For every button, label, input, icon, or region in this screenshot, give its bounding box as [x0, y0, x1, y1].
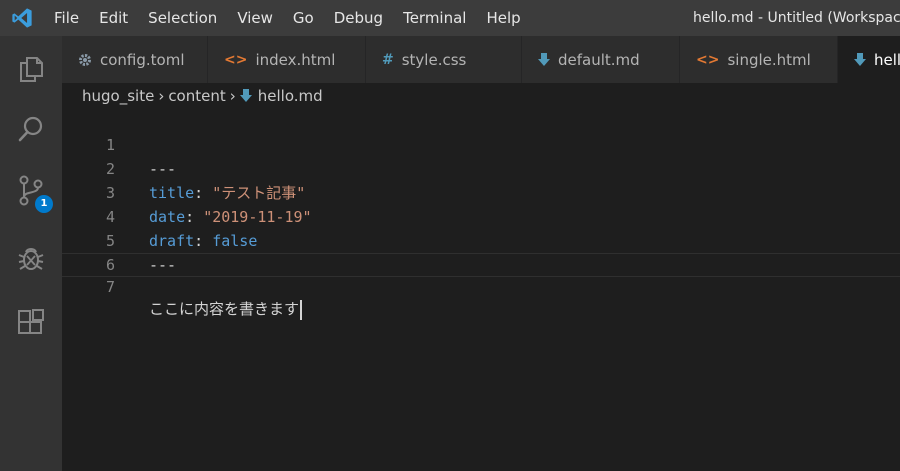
menu-help[interactable]: Help — [476, 0, 530, 36]
html-icon: <> — [224, 51, 248, 68]
extensions-button[interactable] — [0, 293, 62, 353]
title-bar: File Edit Selection View Go Debug Termin… — [0, 0, 900, 36]
tab-single-html[interactable]: <> single.html — [680, 36, 838, 83]
code-text: ここに内容を書きます — [149, 298, 303, 320]
chevron-right-icon: › — [158, 87, 165, 105]
menu-debug[interactable]: Debug — [324, 0, 393, 36]
activity-bar: 1 — [0, 36, 62, 471]
menu-go[interactable]: Go — [283, 0, 324, 36]
current-code-line: 7 ここに内容を書きます — [62, 253, 900, 320]
tab-label: default.md — [558, 50, 640, 69]
scm-badge: 1 — [35, 195, 53, 213]
markdown-icon — [239, 89, 252, 103]
code-line: 2 title: "テスト記事" — [62, 133, 900, 202]
search-button[interactable] — [0, 99, 62, 159]
tab-default-md[interactable]: default.md — [522, 36, 680, 83]
line-number: 7 — [105, 278, 115, 296]
code-line: 1 --- — [62, 109, 900, 178]
menu-selection[interactable]: Selection — [138, 0, 227, 36]
body-text: ここに内容を書きます — [149, 300, 300, 318]
tab-label: config.toml — [100, 50, 185, 69]
tab-label: index.html — [255, 50, 336, 69]
code-line: 5 --- — [62, 205, 900, 274]
code-line: 6 — [62, 229, 900, 274]
menu-terminal[interactable]: Terminal — [393, 0, 476, 36]
code-line: 4 draft: false — [62, 181, 900, 250]
gear-icon — [78, 53, 92, 67]
debug-button[interactable] — [0, 228, 62, 288]
window-title: hello.md - Untitled (Workspace) — [693, 10, 900, 26]
explorer-button[interactable] — [0, 39, 62, 99]
css-icon: # — [382, 51, 394, 68]
menu-edit[interactable]: Edit — [89, 0, 138, 36]
html-icon: <> — [696, 51, 720, 68]
tab-hello-md[interactable]: hello.md — [838, 36, 900, 83]
chevron-right-icon: › — [229, 87, 236, 105]
tab-style-css[interactable]: # style.css — [366, 36, 522, 83]
text-cursor — [300, 299, 303, 320]
menu-bar: File Edit Selection View Go Debug Termin… — [44, 0, 531, 36]
breadcrumb-folder-hugo-site[interactable]: hugo_site — [82, 87, 154, 105]
tab-label: single.html — [727, 50, 811, 69]
breadcrumb: hugo_site › content › hello.md — [62, 83, 900, 109]
tab-label: style.css — [401, 50, 467, 69]
debug-icon — [18, 248, 44, 270]
breadcrumb-file[interactable]: hello.md — [258, 87, 323, 105]
editor-tabs: config.toml <> index.html # style.css de… — [62, 36, 900, 83]
extensions-icon — [18, 309, 44, 334]
tab-label: hello.md — [874, 50, 900, 69]
tab-index-html[interactable]: <> index.html — [208, 36, 366, 83]
tab-config-toml[interactable]: config.toml — [62, 36, 208, 83]
markdown-icon — [854, 52, 866, 67]
source-control-button[interactable]: 1 — [0, 160, 62, 220]
markdown-icon — [538, 52, 550, 67]
files-icon — [20, 57, 43, 82]
vscode-logo-icon — [0, 0, 44, 36]
menu-file[interactable]: File — [44, 0, 89, 36]
search-icon — [18, 116, 43, 142]
code-line: 3 date: "2019-11-19" — [62, 157, 900, 226]
code-editor[interactable]: 1 --- 2 title: "テスト記事" 3 date: "2019-11-… — [62, 109, 900, 471]
breadcrumb-folder-content[interactable]: content — [168, 87, 225, 105]
menu-view[interactable]: View — [227, 0, 283, 36]
